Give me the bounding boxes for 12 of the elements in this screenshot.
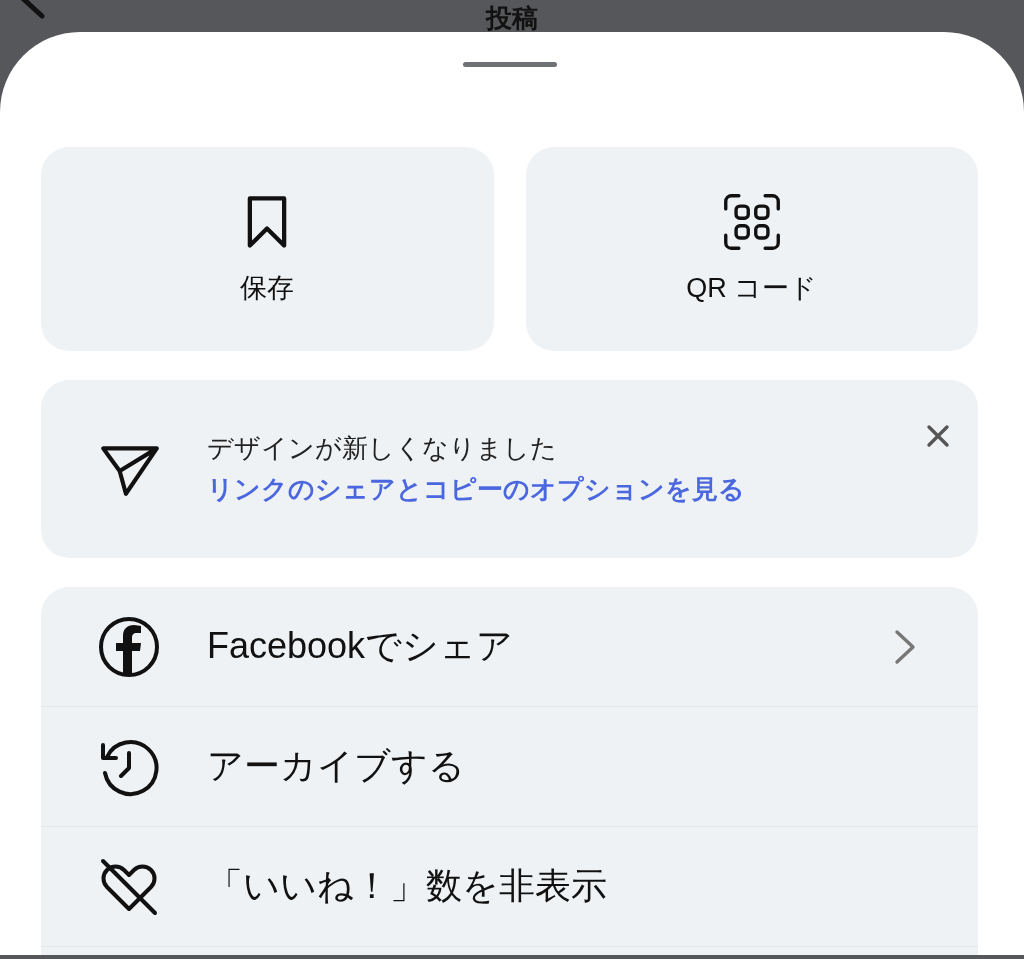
notice-link[interactable]: リンクのシェアとコピーのオプションを見る: [207, 472, 745, 507]
qr-code-button[interactable]: QR コード: [525, 147, 978, 351]
menu-item[interactable]: 「いいね！」数を非表示: [41, 827, 978, 947]
qr-code-icon: [721, 192, 782, 252]
menu-item[interactable]: アーカイブする: [41, 707, 978, 827]
facebook-icon: [97, 614, 161, 679]
save-button[interactable]: 保存: [41, 147, 494, 351]
page-title: 投稿: [486, 2, 538, 35]
menu-item[interactable]: Facebookでシェア: [41, 587, 978, 707]
notice-text: デザインが新しくなりました: [207, 432, 558, 465]
drag-handle[interactable]: [462, 62, 557, 67]
close-button[interactable]: [924, 422, 952, 450]
